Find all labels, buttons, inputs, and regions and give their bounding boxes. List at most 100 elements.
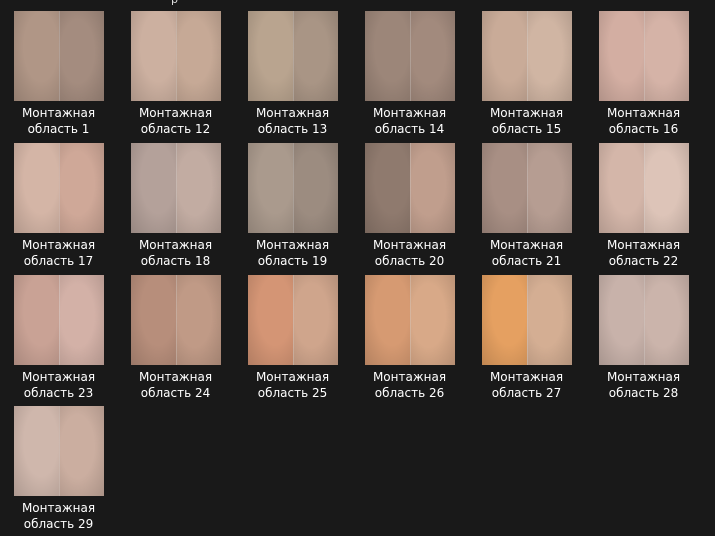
file-tile[interactable]: Монтажная область 25 (234, 275, 351, 403)
image-thumbnail[interactable] (131, 275, 221, 365)
image-thumbnail[interactable] (248, 275, 338, 365)
file-explorer-view: р Монтажнаяобласть 1Монтажнаяобласть 12М… (0, 0, 715, 536)
thumbnail-after-half (643, 275, 689, 365)
file-tile[interactable]: Монтажная область 17 (0, 143, 117, 271)
thumbnail-before-half (482, 275, 527, 365)
file-tile[interactable]: Монтажная область 20 (351, 143, 468, 271)
file-tile[interactable]: Монтажная область 27 (468, 275, 585, 403)
file-tile[interactable]: Монтажная область 15 (468, 11, 585, 139)
thumbnail-before-half (599, 275, 644, 365)
file-name-line-1: Монтажная (372, 370, 447, 384)
file-name[interactable]: Монтажная область 26 (351, 370, 468, 401)
image-thumbnail[interactable] (131, 143, 221, 233)
image-thumbnail[interactable] (365, 11, 455, 101)
thumbnail-after-half (292, 143, 338, 233)
thumbnail-after-half (409, 11, 455, 101)
file-name-line-1: Монтажная (489, 238, 564, 252)
file-name[interactable]: Монтажная область 23 (0, 370, 117, 401)
image-thumbnail[interactable] (599, 143, 689, 233)
image-thumbnail[interactable] (14, 143, 104, 233)
image-thumbnail[interactable] (599, 11, 689, 101)
file-name[interactable]: Монтажная область 17 (0, 238, 117, 269)
thumbnail-before-half (365, 143, 410, 233)
file-name[interactable]: Монтажная область 24 (117, 370, 234, 401)
thumbnail-before-half (131, 143, 176, 233)
file-name-line-1: Монтажная (21, 238, 96, 252)
file-name-line-2: область 28 (608, 385, 679, 400)
file-name[interactable]: Монтажная область 27 (468, 370, 585, 401)
file-name[interactable]: Монтажная область 18 (117, 238, 234, 269)
file-name-line-1: Монтажная (489, 370, 564, 384)
image-thumbnail[interactable] (14, 275, 104, 365)
file-tile[interactable]: Монтажная область 14 (351, 11, 468, 139)
thumbnail-after-half (643, 143, 689, 233)
thumbnail-before-half (482, 143, 527, 233)
thumbnail-after-half (175, 143, 221, 233)
image-thumbnail[interactable] (365, 143, 455, 233)
file-tile[interactable]: Монтажная область 1 (0, 11, 117, 139)
thumbnail-after-half (292, 275, 338, 365)
file-name-line-2: область 13 (257, 121, 328, 136)
file-name[interactable]: Монтажная область 1 (0, 106, 117, 137)
file-name-line-1: Монтажная (606, 238, 681, 252)
thumbnail-after-half (58, 11, 104, 101)
thumbnail-after-half (409, 275, 455, 365)
file-tile[interactable]: Монтажная область 13 (234, 11, 351, 139)
thumbnail-before-half (248, 11, 293, 101)
file-name-line-1: Монтажная (21, 370, 96, 384)
file-name[interactable]: Монтажная область 20 (351, 238, 468, 269)
thumbnail-before-half (14, 406, 59, 496)
file-name[interactable]: Монтажная область 14 (351, 106, 468, 137)
file-tile[interactable]: Монтажная область 18 (117, 143, 234, 271)
file-name-line-1: Монтажная (21, 501, 96, 515)
file-tile[interactable]: Монтажная область 16 (585, 11, 702, 139)
image-thumbnail[interactable] (482, 275, 572, 365)
image-thumbnail[interactable] (248, 143, 338, 233)
file-name-line-2: область 15 (491, 121, 562, 136)
image-thumbnail[interactable] (482, 143, 572, 233)
file-tile[interactable]: Монтажная область 29 (0, 406, 117, 534)
file-name-line-1: Монтажная (138, 106, 213, 120)
file-tile[interactable]: Монтажная область 28 (585, 275, 702, 403)
image-thumbnail[interactable] (365, 275, 455, 365)
file-tile[interactable]: Монтажная область 21 (468, 143, 585, 271)
file-name[interactable]: Монтажная область 29 (0, 501, 117, 532)
file-name[interactable]: Монтажная область 19 (234, 238, 351, 269)
image-thumbnail[interactable] (14, 406, 104, 496)
file-name[interactable]: Монтажная область 16 (585, 106, 702, 137)
file-name[interactable]: Монтажная область 25 (234, 370, 351, 401)
file-name[interactable]: Монтажная область 28 (585, 370, 702, 401)
file-name-line-2: область 25 (257, 385, 328, 400)
file-name[interactable]: Монтажная область 21 (468, 238, 585, 269)
file-name-line-1: Монтажная (138, 238, 213, 252)
file-tile[interactable]: Монтажная область 12 (117, 11, 234, 139)
thumbnail-before-half (482, 11, 527, 101)
file-name-line-2: область 17 (23, 253, 94, 268)
file-name-line-1: Монтажная (138, 370, 213, 384)
file-tile[interactable]: Монтажная область 19 (234, 143, 351, 271)
file-name[interactable]: Монтажная область 13 (234, 106, 351, 137)
image-thumbnail[interactable] (248, 11, 338, 101)
file-name-line-2: область 20 (374, 253, 445, 268)
thumbnail-after-half (526, 275, 572, 365)
image-thumbnail[interactable] (482, 11, 572, 101)
file-tile[interactable]: Монтажная область 24 (117, 275, 234, 403)
file-name[interactable]: Монтажная область 22 (585, 238, 702, 269)
cropped-item-label: р (171, 0, 187, 6)
image-thumbnail[interactable] (599, 275, 689, 365)
image-thumbnail[interactable] (14, 11, 104, 101)
file-name-line-2: область 12 (140, 121, 211, 136)
file-name-line-1: Монтажная (489, 106, 564, 120)
file-tile[interactable]: Монтажная область 22 (585, 143, 702, 271)
file-name-line-2: область 26 (374, 385, 445, 400)
file-name[interactable]: Монтажная область 15 (468, 106, 585, 137)
image-thumbnail[interactable] (131, 11, 221, 101)
thumbnail-after-half (526, 143, 572, 233)
thumbnail-before-half (131, 11, 176, 101)
file-name-line-1: Монтажная (606, 106, 681, 120)
file-name-line-2: область 16 (608, 121, 679, 136)
file-tile[interactable]: Монтажная область 23 (0, 275, 117, 403)
file-name[interactable]: Монтажная область 12 (117, 106, 234, 137)
file-tile[interactable]: Монтажная область 26 (351, 275, 468, 403)
thumbnail-after-half (643, 11, 689, 101)
